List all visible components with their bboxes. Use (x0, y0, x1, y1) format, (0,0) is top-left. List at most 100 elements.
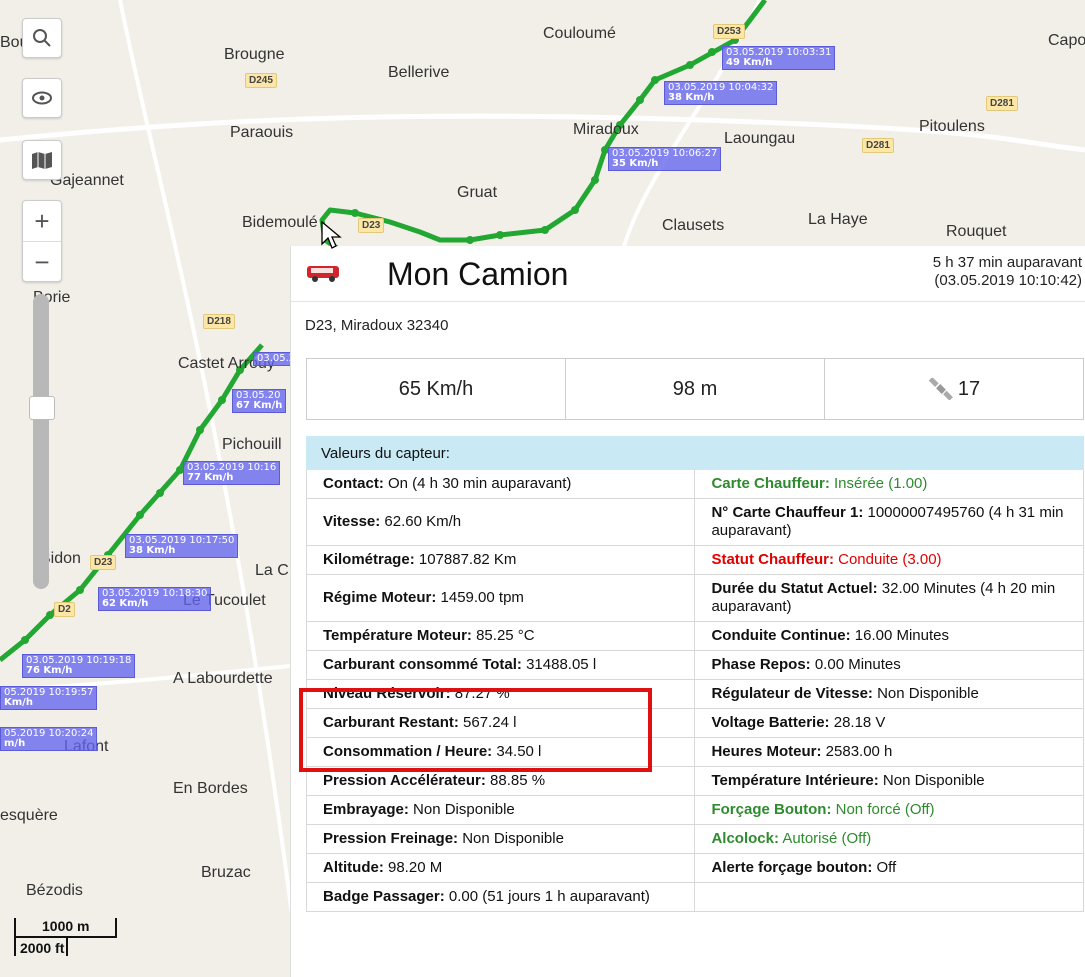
sensor-label: Phase Repos: (711, 656, 811, 673)
sensor-value: Insérée (1.00) (829, 475, 928, 492)
sensor-value: 1459.00 tpm (436, 589, 524, 606)
zoom-slider-handle[interactable] (29, 396, 55, 420)
place-label: Bidemoulé (242, 214, 318, 231)
place-label: esquère (0, 807, 58, 824)
mouse-cursor-icon (321, 220, 342, 249)
sensor-value: Non Disponible (872, 685, 979, 702)
sensor-cell: Régime Moteur: 1459.00 tpm (305, 574, 696, 622)
gps-point-label[interactable]: 03.05.20 67 Km/h (232, 389, 287, 413)
place-label: Rouquet (946, 223, 1007, 240)
sensor-cell: Température Intérieure: Non Disponible (694, 766, 1084, 796)
sensor-cell: Alerte forçage bouton: Off (694, 853, 1084, 883)
sensor-row: Carburant consommé Total: 31488.05 l Phas… (305, 650, 1084, 680)
sensor-cell: Température Moteur: 85.25 °C (305, 621, 696, 651)
satellites-stat: 17 (824, 359, 1083, 419)
gps-speed: 62 Km/h (102, 598, 149, 609)
satellite-count: 17 (957, 377, 981, 400)
sensor-value: Autorisé (Off) (778, 830, 872, 847)
zoom-in-button[interactable]: + (23, 201, 61, 241)
place-label: Capo (1048, 32, 1085, 49)
place-label: La Haye (808, 211, 868, 228)
gps-point-label[interactable]: 03.05.2019 10:16 77 Km/h (183, 461, 281, 485)
gps-speed: Km/h (4, 697, 33, 708)
sensor-label: Contact: (323, 475, 384, 492)
scale-metric: 1000 m (14, 918, 118, 938)
sensor-value: 16.00 Minutes (850, 627, 950, 644)
sensor-label: Kilométrage: (323, 551, 415, 568)
sensor-label: Conduite Continue: (711, 627, 851, 644)
gps-point-label[interactable]: 05.2019 10:20:24 m/h (0, 727, 98, 751)
sensor-value: 98.20 M (383, 859, 443, 876)
gps-speed: 38 Km/h (668, 92, 715, 103)
sensor-table: Valeurs du capteur: Contact: On (4 h 30 … (305, 436, 1084, 912)
place-label: Couloumé (543, 25, 616, 42)
sensor-row: Badge Passager: 0.00 (51 jours 1 h aupar… (305, 882, 1084, 912)
sensor-cell: Régulateur de Vitesse: Non Disponible (694, 679, 1084, 709)
scale-bar: 1000 m 2000 ft (14, 918, 118, 956)
gps-speed: 35 Km/h (612, 158, 659, 169)
speed-stat: 65 Km/h (398, 377, 474, 400)
place-label: Paraouis (230, 124, 294, 141)
gps-point-label[interactable]: 03.05.2019 10:06:27 35 Km/h (608, 147, 722, 171)
layers-button[interactable] (22, 140, 62, 180)
visibility-button[interactable] (22, 78, 62, 118)
sensor-value: 107887.82 Km (414, 551, 517, 568)
gps-point-label[interactable]: 03.05.2019 10:18:30 62 Km/h (98, 587, 212, 611)
sensor-label: Régulateur de Vitesse: (711, 685, 873, 702)
sensor-cell: Kilométrage: 107887.82 Km (305, 545, 696, 575)
sensor-value: Non Disponible (878, 772, 985, 789)
road-label: D281 (862, 138, 894, 153)
vehicle-name: Mon Camion (387, 256, 569, 292)
place-label: Miradoux (573, 121, 639, 138)
gps-point-label[interactable]: 05.2019 10:19:57 Km/h (0, 686, 98, 710)
sensor-label: Badge Passager: (323, 888, 445, 905)
sensor-value: 85.25 °C (471, 627, 535, 644)
gps-speed: 38 Km/h (129, 545, 176, 556)
zoom-out-button[interactable]: − (23, 241, 61, 282)
sensor-row: Altitude: 98.20 M Alerte forçage bouton: … (305, 853, 1084, 883)
sensor-row: Température Moteur: 85.25 °C Conduite Con… (305, 621, 1084, 651)
place-label: Bellerive (388, 64, 450, 81)
road-label: D2 (54, 602, 75, 617)
stats-bar: 65 Km/h 98 m 17 (306, 358, 1084, 420)
sensor-header: Valeurs du capteur: (306, 436, 1084, 470)
gps-speed: 77 Km/h (187, 472, 234, 483)
search-icon (33, 29, 51, 47)
gps-point-label[interactable]: 03.05.2019 10:19:18 76 Km/h (22, 654, 136, 678)
road-label: D281 (986, 96, 1018, 111)
sensor-cell: N° Carte Chauffeur 1: 10000007495760 (4 … (694, 498, 1084, 546)
gps-speed: 67 Km/h (236, 400, 283, 411)
place-label: Pitoulens (919, 118, 985, 135)
zoom-slider-track[interactable] (33, 294, 49, 589)
sensor-row: Pression Freinage: Non Disponible Alcoloc… (305, 824, 1084, 854)
sensor-cell: Conduite Continue: 16.00 Minutes (694, 621, 1084, 651)
place-label: Laoungau (724, 130, 796, 147)
sensor-label: Carte Chauffeur: (711, 475, 830, 492)
gps-point-label[interactable]: 03.05.2019 10:03:31 49 Km/h (722, 46, 836, 70)
sensor-value: Conduite (3.00) (833, 551, 942, 568)
place-label: La C (255, 562, 289, 579)
sensor-cell: Badge Passager: 0.00 (51 jours 1 h aupar… (305, 882, 696, 912)
sensor-label: Altitude: (323, 859, 384, 876)
sensor-cell: Carburant consommé Total: 31488.05 l (305, 650, 696, 680)
sensor-cell: Vitesse: 62.60 Km/h (305, 498, 696, 546)
gps-point-label[interactable]: 03.05.2019 10:17:50 38 Km/h (125, 534, 239, 558)
sensor-value: 0.00 (51 jours 1 h auparavant) (444, 888, 650, 905)
sensor-value: Non Disponible (408, 801, 515, 818)
sensor-cell (694, 882, 1084, 912)
search-button[interactable] (22, 18, 62, 58)
gps-speed: m/h (4, 738, 26, 749)
place-label: Pichouill (222, 436, 282, 453)
sensor-cell: Phase Repos: 0.00 Minutes (694, 650, 1084, 680)
last-update: 5 h 37 min auparavant (03.05.2019 10:10:… (933, 254, 1082, 290)
time-ago: 5 h 37 min auparavant (932, 254, 1082, 271)
sensor-row: Kilométrage: 107887.82 Km Statut Chauffeu… (305, 545, 1084, 575)
sensor-value: Non forcé (Off) (831, 801, 935, 818)
gps-point-label[interactable]: 03.05.2019 10:04:32 38 Km/h (664, 81, 778, 105)
sensor-cell: Forçage Bouton: Non forcé (Off) (694, 795, 1084, 825)
sensor-label: Heures Moteur: (711, 743, 822, 760)
sensor-cell: Carte Chauffeur: Insérée (1.00) (694, 469, 1084, 499)
sensor-cell: Alcolock: Autorisé (Off) (694, 824, 1084, 854)
sensor-value: 0.00 Minutes (810, 656, 901, 673)
bus-icon (307, 266, 339, 282)
